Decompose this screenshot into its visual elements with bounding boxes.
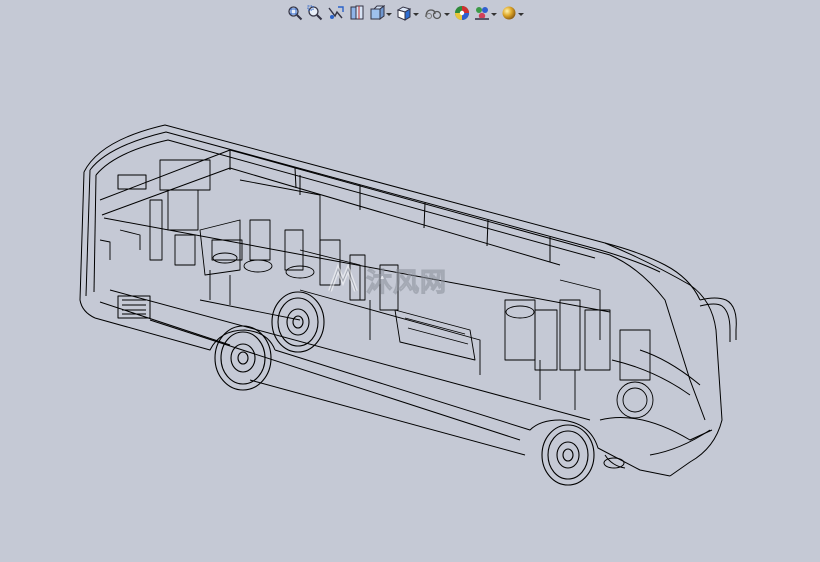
front-wheel <box>541 424 595 486</box>
steering-wheel <box>616 381 654 419</box>
headlight <box>603 457 625 469</box>
watermark-text: 沐风网 <box>365 267 448 298</box>
watermark-logo-icon <box>328 263 358 292</box>
rear-wheel-2 <box>271 291 325 353</box>
bus-lower-body <box>94 289 671 477</box>
graphics-viewport[interactable]: 沐风网 <box>0 0 820 562</box>
rear-wheel-1 <box>214 325 272 391</box>
side-mirror <box>699 297 737 342</box>
bus-front <box>599 242 723 477</box>
bus-rear <box>79 169 151 319</box>
rear-window <box>117 174 147 190</box>
watermark: 沐风网 <box>326 258 496 302</box>
